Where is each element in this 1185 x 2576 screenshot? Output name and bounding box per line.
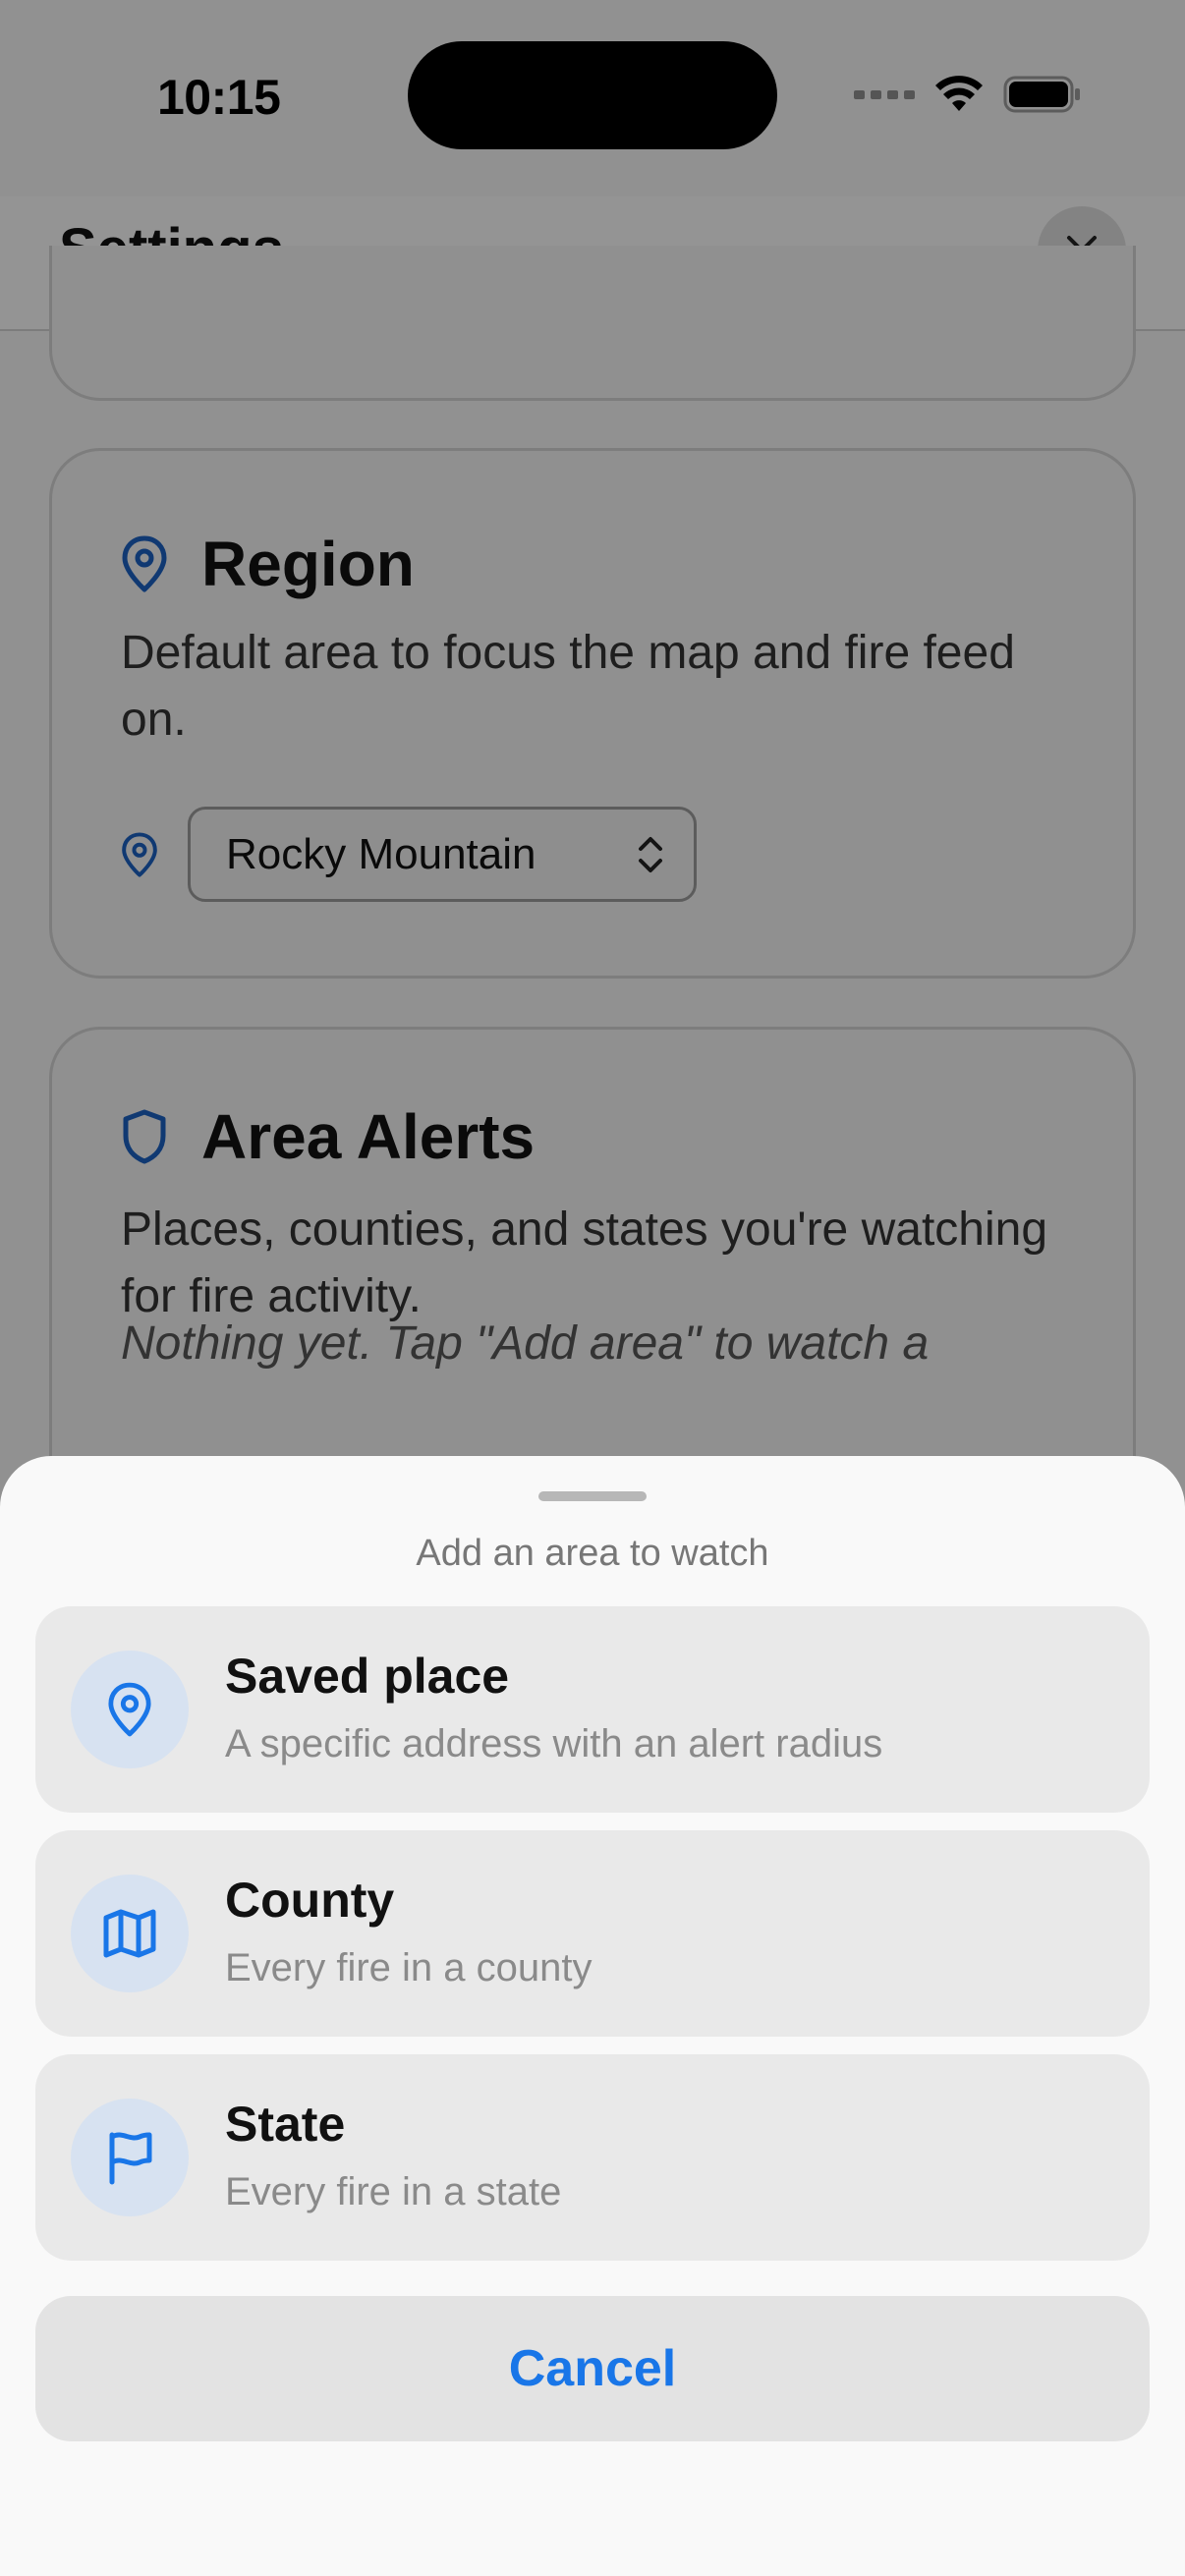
sheet-grabber[interactable]: [538, 1491, 647, 1501]
option-county[interactable]: County Every fire in a county: [35, 1830, 1150, 2037]
flag-icon: [109, 2132, 152, 2185]
option-state[interactable]: State Every fire in a state: [35, 2054, 1150, 2261]
option-saved-place[interactable]: Saved place A specific address with an a…: [35, 1606, 1150, 1813]
option-icon-wrap: [71, 1651, 189, 1768]
option-subtitle: Every fire in a state: [225, 2170, 562, 2213]
option-title: Saved place: [225, 1649, 510, 1704]
map-icon: [103, 1909, 156, 1958]
option-title: County: [225, 1873, 395, 1928]
option-title: State: [225, 2097, 346, 2152]
cancel-button[interactable]: Cancel: [35, 2296, 1150, 2441]
option-icon-wrap: [71, 1875, 189, 1992]
option-subtitle: Every fire in a county: [225, 1946, 592, 1989]
option-icon-wrap: [71, 2099, 189, 2216]
sheet-title: Add an area to watch: [416, 1533, 769, 1574]
add-area-sheet: Add an area to watch Saved place A speci…: [0, 1456, 1185, 2576]
option-subtitle: A specific address with an alert radius: [225, 1722, 883, 1765]
map-pin-icon: [108, 1682, 151, 1737]
